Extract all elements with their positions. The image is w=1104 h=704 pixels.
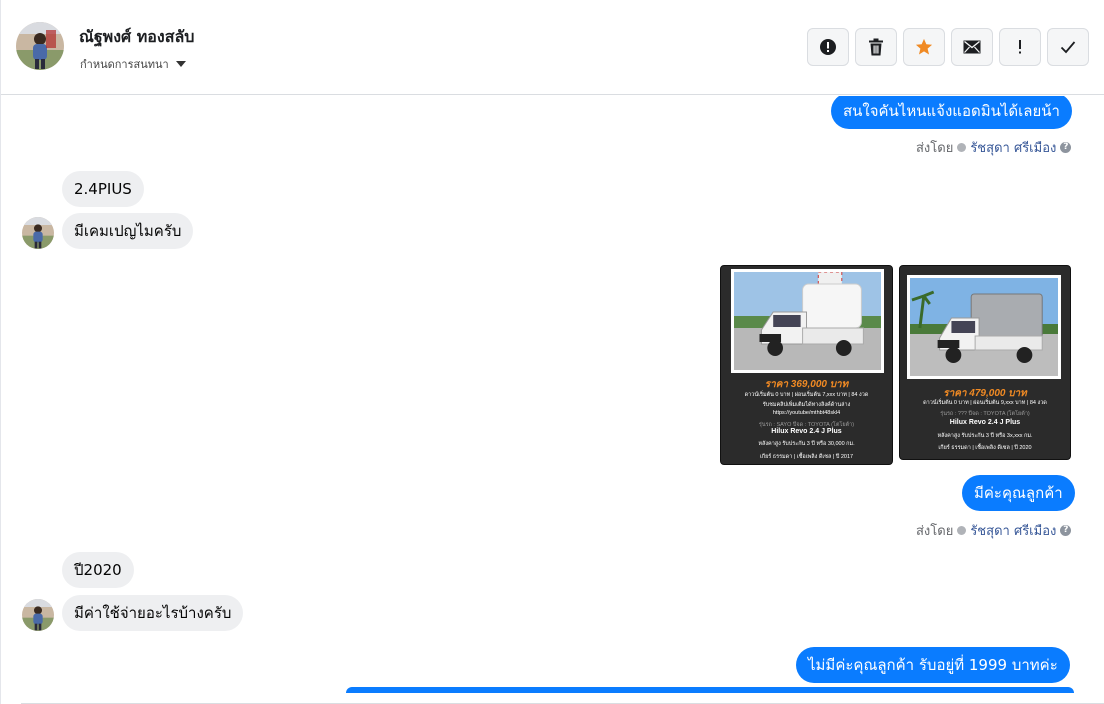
- message-incoming[interactable]: มีเคมเปญไมครับ: [62, 213, 194, 249]
- star-button[interactable]: [903, 28, 945, 66]
- star-icon: [915, 38, 933, 55]
- car-down-payment: ดาวน์เริ่มต้น 0 บาท | ผ่อนเริ่มต้น 9,xxx…: [923, 400, 1047, 406]
- trash-icon: [869, 38, 883, 56]
- mark-unread-button[interactable]: [951, 28, 993, 66]
- car-photo: [907, 275, 1061, 379]
- car-model: Hilux Revo 2.4 J Plus: [949, 419, 1021, 426]
- message-outgoing-partial[interactable]: [346, 687, 1074, 693]
- check-icon: [1060, 41, 1076, 54]
- car-spec: รุ่นรถ : ??? ปีจด : TOYOTA (โตโยต้า): [940, 411, 1030, 417]
- message-incoming[interactable]: มีค่าใช้จ่ายอะไรบ้างครับ: [62, 595, 244, 631]
- assign-conversation-dropdown[interactable]: กำหนดการสนทนา: [80, 55, 186, 73]
- car-photo: [731, 269, 884, 373]
- car-down-payment: ดาวน์เริ่มต้น 0 บาท | ผ่อนเริ่มต้น 7,xxx…: [744, 392, 869, 398]
- sent-by-label: ส่งโดย รัชสุดา ศรีเมือง ?: [916, 520, 1072, 541]
- car-price: ราคา 369,000 บาท: [764, 379, 849, 390]
- sent-by-prefix: ส่งโดย: [916, 524, 954, 539]
- sent-by-label: ส่งโดย รัชสุดา ศรีเมือง ?: [916, 137, 1072, 158]
- message-outgoing[interactable]: มีค่ะคุณลูกค้า: [962, 475, 1075, 511]
- delete-button[interactable]: [855, 28, 897, 66]
- message-incoming[interactable]: ปี2020: [62, 552, 134, 588]
- exclamation-icon: [1019, 40, 1021, 54]
- car-details: เกียร์ ธรรมดา | เชื้อเพลิง ดีเซล | ปี 20…: [938, 445, 1032, 451]
- envelope-icon: [963, 40, 981, 54]
- sender-avatar[interactable]: [22, 599, 54, 631]
- car-warranty: หลังคาสูง รับประกัน 3 ปี หรือ 3x,xxx กม.: [937, 433, 1033, 439]
- caret-down-icon: [175, 61, 186, 67]
- conversation-frame: ณัฐพงศ์ ทองสลับ กำหนดการสนทนา สนใจคันไหน…: [0, 0, 1104, 704]
- page-icon: [957, 143, 967, 152]
- car-video-note: รับชมคลิปเพิ่มเติมได้ทางลิงค์ด้านล่าง: [762, 402, 851, 408]
- sent-by-name[interactable]: รัชสุดา ศรีเมือง: [970, 137, 1056, 158]
- sent-by-name[interactable]: รัชสุดา ศรีเมือง: [970, 520, 1056, 541]
- car-image-attachment[interactable]: ราคา 369,000 บาท ดาวน์เริ่มต้น 0 บาท | ผ…: [720, 265, 893, 465]
- sent-by-prefix: ส่งโดย: [916, 141, 954, 156]
- car-warranty: หลังคาสูง รับประกัน 3 ปี หรือ 30,000 กม.: [758, 441, 855, 447]
- page-icon: [957, 526, 967, 535]
- contact-avatar[interactable]: [16, 22, 64, 70]
- conversation-header: ณัฐพงศ์ ทองสลับ กำหนดการสนทนา: [1, 0, 1104, 95]
- car-details: เกียร์ ธรรมดา | เชื้อเพลิง ดีเซล | ปี 20…: [759, 454, 854, 460]
- car-model: Hilux Revo 2.4 J Plus: [771, 428, 842, 435]
- car-video-link: https://youtube/mthbt48skl4: [772, 410, 841, 416]
- message-outgoing[interactable]: สนใจคันไหนแจ้งแอดมินได้เลยน้า: [831, 96, 1072, 129]
- header-toolbar: [807, 28, 1089, 66]
- car-image-attachment[interactable]: ราคา 479,000 บาท ดาวน์เริ่มต้น 0 บาท | ผ…: [899, 265, 1071, 460]
- help-icon[interactable]: ?: [1060, 142, 1072, 153]
- assign-label: กำหนดการสนทนา: [80, 58, 169, 71]
- contact-name[interactable]: ณัฐพงศ์ ทองสลับ: [79, 25, 194, 50]
- alert-circle-icon: [820, 39, 836, 55]
- mark-done-button[interactable]: [1047, 28, 1089, 66]
- message-outgoing[interactable]: ไม่มีค่ะคุณลูกค้า รับอยู่ที่ 1999 บาทค่ะ: [796, 647, 1070, 683]
- message-incoming[interactable]: 2.4PIUS: [62, 171, 144, 207]
- help-icon[interactable]: ?: [1060, 525, 1072, 536]
- mark-important-button[interactable]: [999, 28, 1041, 66]
- report-button[interactable]: [807, 28, 849, 66]
- message-thread[interactable]: สนใจคันไหนแจ้งแอดมินได้เลยน้า ส่งโดย รัช…: [1, 96, 1104, 704]
- sender-avatar[interactable]: [22, 217, 54, 249]
